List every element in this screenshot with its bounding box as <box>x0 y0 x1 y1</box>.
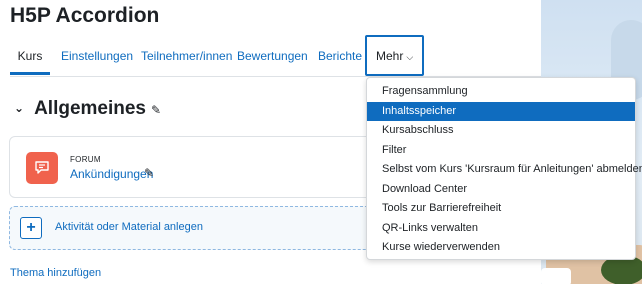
tab-einstellungen[interactable]: Einstellungen <box>61 38 133 75</box>
tab-berichte[interactable]: Berichte <box>318 38 362 75</box>
menu-item-abmelden[interactable]: Selbst vom Kurs 'Kursraum für Anleitunge… <box>367 160 642 179</box>
page-title: H5P Accordion <box>10 4 160 27</box>
more-menu: Fragensammlung Inhaltsspeicher Kursabsch… <box>366 77 642 260</box>
chevron-down-icon: ⌵ <box>406 52 414 62</box>
course-nav-tabs: Kurs Einstellungen Teilnehmer/innen Bewe… <box>10 35 541 77</box>
edit-pencil-icon[interactable]: ✎ <box>151 103 161 117</box>
tab-bewertungen[interactable]: Bewertungen <box>237 38 308 75</box>
menu-item-filter[interactable]: Filter <box>367 141 635 160</box>
menu-item-kursabschluss[interactable]: Kursabschluss <box>367 121 635 140</box>
menu-item-qr-links[interactable]: QR-Links verwalten <box>367 219 635 238</box>
tab-kurs[interactable]: Kurs <box>10 38 50 75</box>
menu-item-wiederverwenden[interactable]: Kurse wiederverwenden <box>367 238 635 257</box>
add-activity-label: Aktivität oder Material anlegen <box>55 221 203 233</box>
add-topic-link[interactable]: Thema hinzufügen <box>10 267 101 279</box>
menu-item-barrierefreiheit[interactable]: Tools zur Barrierefreiheit <box>367 199 635 218</box>
section-header: ⌄ Allgemeines ✎ <box>14 98 161 120</box>
collapse-chevron-icon[interactable]: ⌄ <box>14 101 24 115</box>
menu-item-inhaltsspeicher[interactable]: Inhaltsspeicher <box>367 102 635 121</box>
menu-item-download-center[interactable]: Download Center <box>367 180 635 199</box>
menu-item-fragensammlung[interactable]: Fragensammlung <box>367 82 635 101</box>
tab-mehr[interactable]: Mehr ⌵ <box>365 35 425 76</box>
tab-mehr-label: Mehr <box>376 49 404 63</box>
forum-icon <box>26 152 58 184</box>
edit-pencil-icon[interactable]: ✎ <box>144 166 154 180</box>
section-title: Allgemeines <box>34 98 146 119</box>
tab-teilnehmer[interactable]: Teilnehmer/innen <box>141 38 232 75</box>
plus-icon: + <box>20 217 42 239</box>
activity-type: FORUM <box>70 155 101 164</box>
activity-link[interactable]: Ankündigungen <box>70 167 153 181</box>
